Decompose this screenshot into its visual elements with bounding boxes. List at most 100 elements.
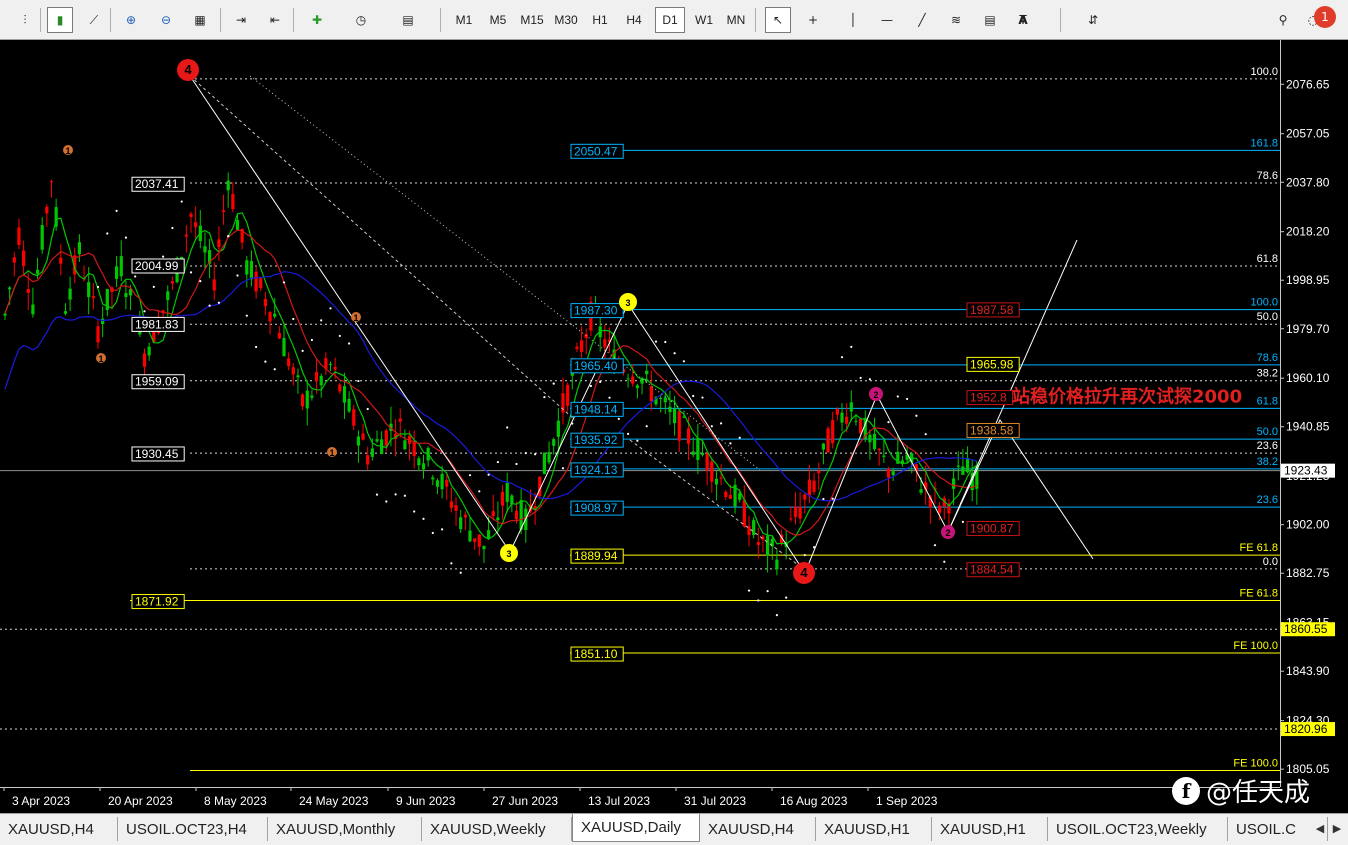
- candle-body: [277, 332, 281, 339]
- time-axis-label: 3 Apr 2023: [12, 794, 70, 808]
- candle-body: [226, 180, 230, 191]
- price-chart[interactable]: 2076.65 2057.05 2037.80 2018.20 1998.95 1979.…: [0, 40, 1348, 813]
- sar-dot: [329, 307, 332, 310]
- arrows-icon[interactable]: ⇵: [1080, 7, 1106, 33]
- equidistant-channel-icon[interactable]: ≋: [943, 7, 969, 33]
- timeframe-w1-button[interactable]: W1: [689, 7, 719, 33]
- candle-body: [686, 428, 691, 444]
- candle-body: [886, 468, 891, 478]
- timeframe-mn-button[interactable]: MN: [721, 7, 751, 33]
- new-order-icon[interactable]: ✚: [304, 7, 330, 33]
- candle-chart-icon[interactable]: ▮: [47, 7, 73, 33]
- tab-2[interactable]: XAUUSD,Monthly: [268, 817, 422, 841]
- tab-0[interactable]: XAUUSD,H4: [0, 817, 118, 841]
- tab-1[interactable]: USOIL.OCT23,H4: [118, 817, 268, 841]
- search-icon[interactable]: ⚲: [1270, 7, 1296, 33]
- sar-dot: [171, 226, 174, 230]
- watermark: f @任天成: [1172, 772, 1310, 809]
- tab-scroll-left-icon[interactable]: ◀: [1312, 819, 1328, 837]
- sar-dot: [803, 554, 806, 557]
- price-alert-tag: 1860.55: [1284, 622, 1328, 636]
- sar-dot: [199, 279, 202, 283]
- candle-body: [235, 220, 240, 230]
- history-clock-icon[interactable]: ◷: [348, 7, 374, 33]
- price-label-red: 1900.87: [970, 522, 1014, 536]
- tab-6[interactable]: XAUUSD,H1: [816, 817, 932, 841]
- timeframe-d1-button[interactable]: D1: [655, 7, 685, 33]
- bar-chart-icon[interactable]: ⫶: [12, 7, 38, 33]
- candle-body: [259, 278, 263, 289]
- line-chart-icon[interactable]: ⟋: [81, 7, 107, 33]
- sar-dot: [375, 493, 379, 496]
- candle-body: [919, 489, 923, 493]
- tile-windows-icon[interactable]: ▦: [187, 7, 213, 33]
- sar-dot: [487, 473, 490, 476]
- trendline-icon[interactable]: ╱: [909, 7, 935, 33]
- candle-body: [384, 430, 388, 447]
- candle-body: [803, 494, 807, 500]
- tab-5[interactable]: XAUUSD,H4: [700, 817, 816, 841]
- candle-body: [807, 479, 812, 496]
- crosshair-icon[interactable]: +: [800, 7, 826, 33]
- sar-dot: [961, 520, 965, 523]
- price-label-cyan: 1935.92: [574, 433, 618, 447]
- sar-dot: [692, 394, 695, 398]
- candle-body: [352, 409, 356, 426]
- sar-dot: [589, 384, 593, 388]
- tab-scroll-right-icon[interactable]: ▶: [1329, 819, 1345, 837]
- timeframe-m15-button[interactable]: M15: [517, 7, 547, 33]
- candle-body: [31, 304, 35, 315]
- autoscroll-icon[interactable]: ⇥: [228, 7, 254, 33]
- notification-badge[interactable]: 1: [1314, 6, 1336, 28]
- candle-body: [421, 463, 426, 470]
- timeframe-m5-button[interactable]: M5: [483, 7, 513, 33]
- price-label-red: 1987.58: [970, 303, 1014, 317]
- candle-body: [752, 520, 756, 536]
- candle-body: [40, 225, 44, 250]
- toolbar-separator: [440, 8, 441, 32]
- zoom-out-icon[interactable]: ⊖: [153, 7, 179, 33]
- candle-body: [710, 461, 714, 482]
- price-label-red: 1884.54: [970, 563, 1014, 577]
- sar-dot: [701, 396, 704, 399]
- price-tick-label: 1960.10: [1286, 371, 1330, 385]
- candle-body: [454, 505, 458, 511]
- timeframe-m1-button[interactable]: M1: [449, 7, 479, 33]
- sar-dot: [608, 396, 611, 399]
- candle-body: [412, 442, 416, 457]
- sar-dot: [273, 368, 276, 371]
- price-label-yellow: 1851.10: [574, 647, 618, 661]
- chart-shift-icon[interactable]: ⇤: [262, 7, 288, 33]
- candle-body: [965, 457, 970, 473]
- vertical-line-icon[interactable]: │: [840, 7, 866, 33]
- sar-dot: [217, 301, 220, 304]
- templates-icon[interactable]: ▤: [395, 7, 421, 33]
- candle-body: [552, 439, 556, 446]
- price-label-white: 1981.83: [135, 317, 179, 331]
- timeframe-h4-button[interactable]: H4: [619, 7, 649, 33]
- sar-dot: [394, 493, 397, 496]
- timeframe-h1-button[interactable]: H1: [585, 7, 615, 33]
- tab-7[interactable]: XAUUSD,H1: [932, 817, 1048, 841]
- candle-body: [342, 386, 347, 403]
- zoom-in-icon[interactable]: ⊕: [118, 7, 144, 33]
- toolbar-separator: [110, 8, 111, 32]
- tab-4[interactable]: XAUUSD,Daily: [572, 814, 700, 842]
- candle-body: [728, 495, 732, 499]
- sar-dot: [106, 232, 109, 235]
- tab-8[interactable]: USOIL.OCT23,Weekly: [1048, 817, 1228, 841]
- text-tool-button[interactable]: A: [1010, 7, 1036, 33]
- horizontal-line-icon[interactable]: —: [874, 7, 900, 33]
- cursor-icon[interactable]: ↖: [765, 7, 791, 33]
- sar-dot: [654, 340, 658, 343]
- candle-body: [35, 269, 40, 274]
- sar-dot: [264, 360, 267, 363]
- timeframe-m30-button[interactable]: M30: [551, 7, 581, 33]
- sar-dot: [561, 467, 565, 470]
- tab-3[interactable]: XAUUSD,Weekly: [422, 817, 572, 841]
- candle-body: [649, 386, 653, 402]
- sar-dot: [478, 490, 481, 493]
- sar-dot: [357, 379, 360, 383]
- price-label-white: 2037.41: [135, 177, 179, 191]
- fibonacci-icon[interactable]: ▤: [977, 7, 1003, 33]
